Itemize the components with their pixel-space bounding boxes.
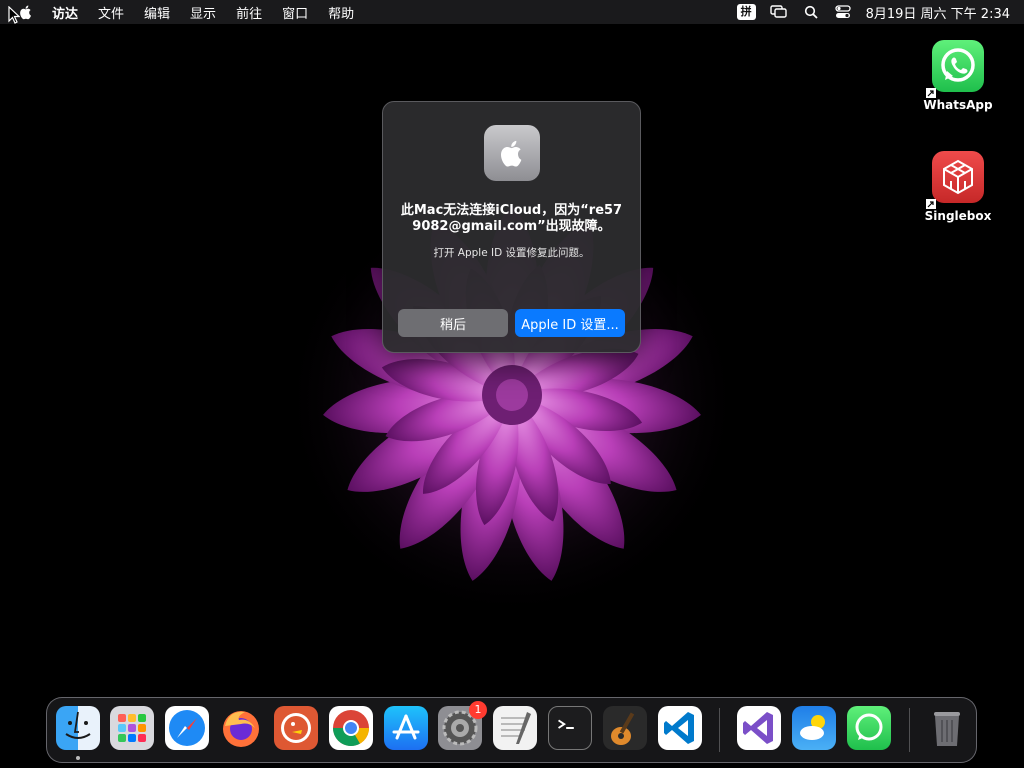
menu-window[interactable]: 窗口 (282, 3, 308, 22)
desktop-icon-singlebox[interactable]: Singlebox (916, 151, 1000, 223)
menu-help[interactable]: 帮助 (328, 3, 354, 22)
vscode-icon[interactable] (658, 706, 702, 750)
finder-running-indicator (76, 756, 80, 760)
apple-menu-icon[interactable] (18, 4, 34, 20)
menu-bar: 访达 文件 编辑 显示 前往 窗口 帮助 拼 8月19日 周六 下午 2:34 (0, 0, 1024, 24)
system-settings-apple-icon (483, 125, 540, 181)
launchpad-icon[interactable] (110, 706, 154, 750)
menu-clock[interactable]: 8月19日 周六 下午 2:34 (866, 3, 1010, 22)
alias-arrow-icon (926, 199, 936, 209)
desktop-screen: 访达 文件 编辑 显示 前往 窗口 帮助 拼 8月19日 周六 下午 2:34 (0, 0, 1024, 768)
dock-separator (909, 708, 910, 752)
whatsapp-icon (926, 40, 984, 98)
later-button[interactable]: 稍后 (398, 309, 508, 337)
dialog-buttons: 稍后 Apple ID 设置... (398, 309, 625, 337)
control-center-icon[interactable] (834, 4, 852, 20)
menu-file[interactable]: 文件 (98, 3, 124, 22)
menu-view[interactable]: 显示 (190, 3, 216, 22)
desktop-icon-label: Singlebox (924, 209, 992, 223)
desktop-icon-label: WhatsApp (923, 98, 993, 112)
alias-arrow-icon (926, 88, 936, 98)
dialog-title: 此Mac无法连接iCloud，因为“re579082@gmail.com”出现故… (400, 203, 623, 234)
garageband-icon[interactable] (603, 706, 647, 750)
weather-icon[interactable] (792, 706, 836, 750)
singlebox-icon (926, 151, 984, 209)
firefox-icon[interactable] (219, 706, 263, 750)
finder-icon[interactable] (56, 706, 100, 750)
apple-id-settings-button[interactable]: Apple ID 设置... (515, 309, 625, 337)
input-method-indicator[interactable]: 拼 (736, 4, 756, 20)
duckduckgo-icon[interactable] (274, 706, 318, 750)
menu-edit[interactable]: 编辑 (144, 3, 170, 22)
trash-icon[interactable] (925, 706, 969, 750)
app-store-icon[interactable] (384, 706, 428, 750)
mouse-cursor-icon (8, 6, 20, 24)
dock: 1 (46, 697, 977, 763)
screen-mirroring-icon[interactable] (769, 4, 788, 20)
system-settings-badge: 1 (469, 701, 487, 719)
safari-icon[interactable] (165, 706, 209, 750)
menu-go[interactable]: 前往 (236, 3, 262, 22)
icloud-alert-dialog: 此Mac无法连接iCloud，因为“re579082@gmail.com”出现故… (382, 101, 641, 353)
terminal-icon[interactable] (548, 706, 592, 750)
chrome-icon[interactable] (329, 706, 373, 750)
spotlight-search-icon[interactable] (802, 4, 820, 20)
textedit-icon[interactable] (493, 706, 537, 750)
visual-studio-icon[interactable] (737, 706, 781, 750)
menu-finder[interactable]: 访达 (52, 3, 78, 22)
whatsapp-icon[interactable] (847, 706, 891, 750)
dialog-message: 打开 Apple ID 设置修复此问题。 (433, 247, 590, 259)
desktop-icon-whatsapp[interactable]: WhatsApp (916, 40, 1000, 112)
dock-separator (719, 708, 720, 752)
